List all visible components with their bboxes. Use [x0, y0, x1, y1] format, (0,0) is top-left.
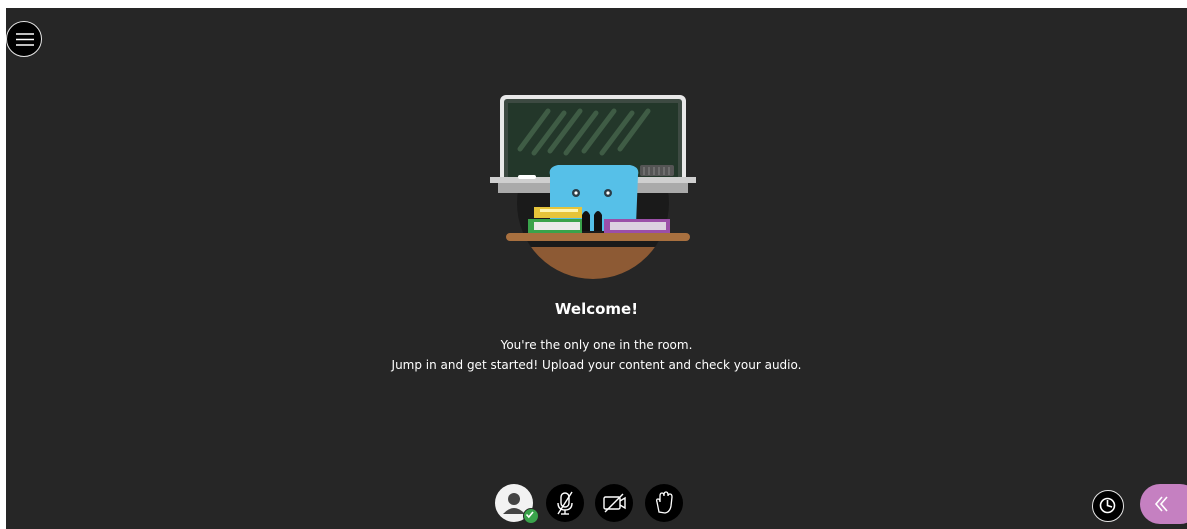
- classroom-illustration: [490, 95, 696, 279]
- check-status-icon: [525, 511, 534, 519]
- my-status-button[interactable]: [495, 484, 539, 524]
- welcome-title: Welcome!: [554, 300, 639, 318]
- raise-hand-icon: [656, 491, 673, 514]
- hamburger-menu-icon: [16, 33, 34, 46]
- status-indicator: [523, 508, 539, 524]
- welcome-message-line-1: You're the only one in the room.: [500, 338, 693, 352]
- chevrons-left-icon: [1154, 496, 1168, 512]
- microphone-off-icon: [557, 491, 573, 515]
- camera-off-icon: [603, 493, 626, 513]
- raise-hand-button[interactable]: [645, 484, 683, 522]
- session-stage: Welcome! You're the only one in the room…: [6, 8, 1187, 529]
- activity-button[interactable]: [1092, 490, 1124, 522]
- activity-clock-icon: [1099, 497, 1116, 514]
- welcome-message-line-2: Jump in and get started! Upload your con…: [391, 358, 802, 372]
- camera-button[interactable]: [595, 484, 633, 522]
- session-menu-button[interactable]: [6, 21, 42, 57]
- collaborate-panel-button[interactable]: [1140, 484, 1187, 524]
- microphone-button[interactable]: [546, 484, 584, 522]
